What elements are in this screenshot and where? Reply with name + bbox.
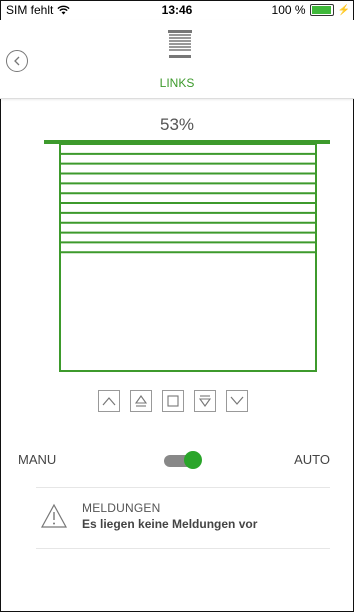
down-stop-button[interactable] xyxy=(194,390,216,412)
blind-icon xyxy=(168,30,192,58)
status-right: 100 % ⚡ xyxy=(272,3,350,17)
messages-title: MELDUNGEN xyxy=(82,501,161,515)
messages-row: MELDUNGEN Es liegen keine Meldungen vor xyxy=(0,495,354,545)
blind-window-frame xyxy=(59,143,317,372)
blind-percent-label: 53% xyxy=(159,115,195,134)
arrow-up-bar-icon xyxy=(134,395,148,407)
messages-text: Es liegen keine Meldungen vor xyxy=(82,517,258,531)
up-stop-button[interactable] xyxy=(130,390,152,412)
square-icon xyxy=(167,395,179,407)
divider xyxy=(36,487,330,488)
auto-mode-toggle[interactable] xyxy=(164,450,202,470)
back-button[interactable] xyxy=(6,50,28,72)
toggle-knob xyxy=(184,451,202,469)
blind-slats xyxy=(61,152,315,254)
battery-percent: 100 % xyxy=(271,3,306,17)
charging-icon: ⚡ xyxy=(337,4,350,16)
chevron-down-icon xyxy=(230,396,244,405)
up-button[interactable] xyxy=(98,390,120,412)
mode-row: MANU AUTO xyxy=(0,450,354,470)
page-title: LINKS xyxy=(159,76,195,90)
divider xyxy=(36,548,330,549)
down-button[interactable] xyxy=(226,390,248,412)
stop-button[interactable] xyxy=(162,390,184,412)
status-bar: SIM fehlt 13:46 100 % ⚡ xyxy=(0,0,354,20)
mode-auto-label: AUTO xyxy=(294,452,330,467)
warning-icon xyxy=(40,503,68,528)
mode-manual-label: MANU xyxy=(18,452,57,467)
battery-icon xyxy=(309,4,334,16)
blind-visualization[interactable] xyxy=(44,140,330,380)
arrow-down-bar-icon xyxy=(198,395,212,407)
blind-controls xyxy=(98,390,248,412)
chevron-up-icon xyxy=(102,397,116,406)
chevron-left-icon xyxy=(14,56,20,66)
header: LINKS xyxy=(0,20,354,99)
